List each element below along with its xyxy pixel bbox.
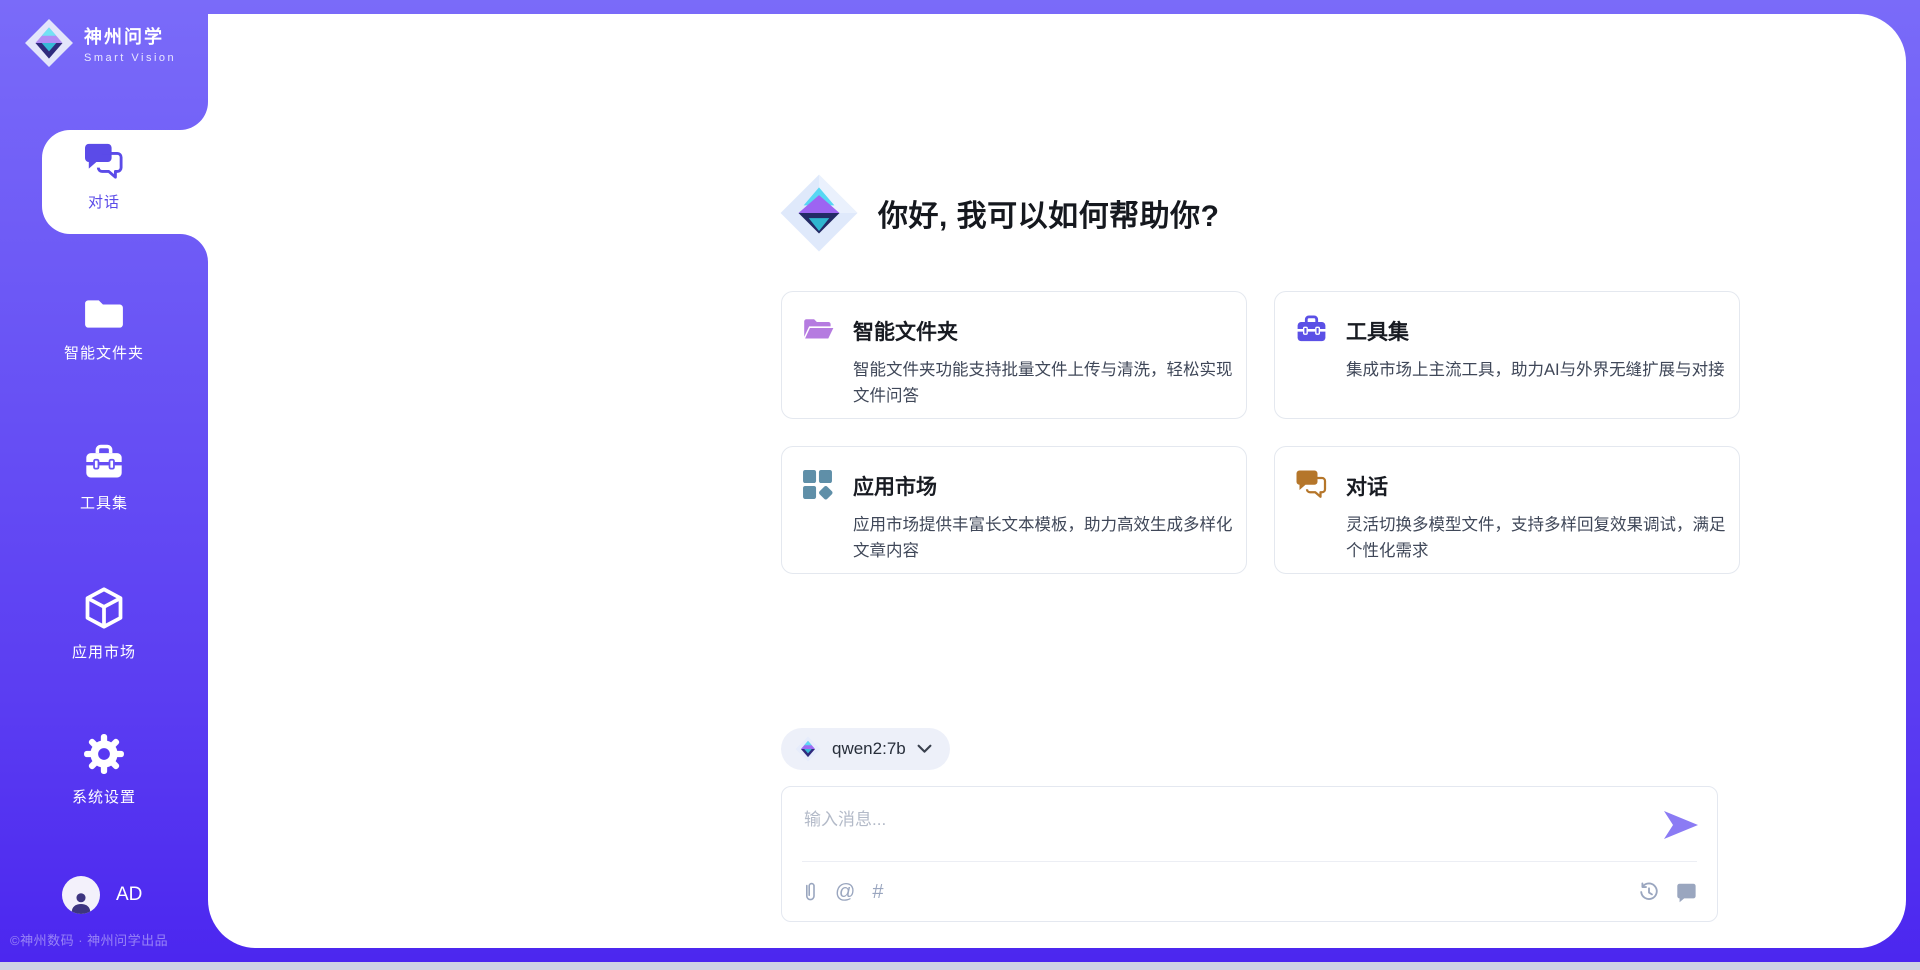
sidebar-item-app-market[interactable]: 应用市场 (0, 586, 208, 662)
grid-icon (802, 469, 835, 502)
sidebar-item-label: 对话 (88, 191, 120, 212)
sidebar-item-toolset[interactable]: 工具集 (0, 443, 208, 513)
hash-icon: # (872, 882, 883, 902)
sidebar-item-label: 工具集 (80, 492, 128, 513)
brand-name: 神州问学 (84, 23, 176, 49)
card-description: 灵活切换多模型文件，支持多样回复效果调试，满足个性化需求 (1346, 512, 1728, 565)
message-composer: @ # (781, 786, 1718, 922)
chat-icon (83, 142, 125, 180)
attach-button[interactable] (802, 880, 818, 904)
card-smart-folder[interactable]: 智能文件夹 智能文件夹功能支持批量文件上传与清洗，轻松实现文件问答 (781, 291, 1247, 419)
person-icon (68, 888, 94, 914)
cube-icon (84, 586, 124, 630)
card-description: 智能文件夹功能支持批量文件上传与清洗，轻松实现文件问答 (853, 357, 1235, 410)
message-icon (1675, 881, 1697, 903)
horizontal-scrollbar[interactable] (0, 962, 1920, 970)
user-profile[interactable]: AD (62, 876, 142, 914)
card-app-market[interactable]: 应用市场 应用市场提供丰富长文本模板，助力高效生成多样化文章内容 (781, 446, 1247, 574)
folder-open-icon (802, 314, 835, 347)
message-input[interactable] (802, 803, 1636, 859)
feature-cards: 智能文件夹 智能文件夹功能支持批量文件上传与清洗，轻松实现文件问答 工具集 (781, 291, 1740, 574)
mention-button[interactable]: @ (835, 882, 855, 902)
history-button[interactable] (1638, 881, 1660, 903)
user-initials: AD (116, 884, 142, 906)
chevron-down-icon (917, 744, 932, 754)
history-icon (1638, 881, 1660, 903)
card-title: 智能文件夹 (853, 316, 1235, 346)
message-button[interactable] (1675, 881, 1697, 903)
greeting-title: 你好, 我可以如何帮助你? (878, 191, 1220, 235)
card-title: 应用市场 (853, 471, 1235, 501)
brand-logo-icon (24, 18, 74, 68)
sidebar: 神州问学 Smart Vision 对话 智能文件夹 (0, 0, 208, 970)
model-selector[interactable]: qwen2:7b (781, 728, 950, 770)
card-description: 集成市场上主流工具，助力AI与外界无缝扩展与对接 (1346, 357, 1728, 383)
composer-toolbar: @ # (802, 871, 1697, 913)
card-description: 应用市场提供丰富长文本模板，助力高效生成多样化文章内容 (853, 512, 1235, 565)
brand[interactable]: 神州问学 Smart Vision (24, 18, 176, 68)
sidebar-item-label: 智能文件夹 (64, 342, 144, 363)
send-icon (1663, 810, 1701, 840)
brand-subtitle: Smart Vision (84, 52, 176, 64)
assistant-logo-icon (778, 172, 860, 254)
greeting: 你好, 我可以如何帮助你? (778, 172, 1220, 254)
briefcase-icon (1295, 314, 1328, 347)
chat-icon (1295, 469, 1328, 502)
hash-button[interactable]: # (872, 882, 883, 902)
gear-icon (83, 733, 125, 775)
attachment-icon (802, 880, 818, 904)
sidebar-item-label: 应用市场 (72, 641, 136, 662)
main-area: 你好, 我可以如何帮助你? 智能文件夹 智能文件夹功能支持批量文件上传与清洗，轻… (208, 14, 1906, 948)
folder-icon (83, 297, 125, 331)
card-title: 对话 (1346, 471, 1728, 501)
sidebar-item-chat[interactable]: 对话 (0, 142, 208, 212)
sidebar-footer: ©神州数码 · 神州问学出品 (10, 930, 206, 949)
card-chat[interactable]: 对话 灵活切换多模型文件，支持多样回复效果调试，满足个性化需求 (1274, 446, 1740, 574)
card-title: 工具集 (1346, 316, 1728, 346)
sidebar-item-smart-folder[interactable]: 智能文件夹 (0, 297, 208, 363)
app-root: 神州问学 Smart Vision 对话 智能文件夹 (0, 0, 1920, 970)
model-name: qwen2:7b (832, 739, 906, 759)
model-logo-icon (795, 736, 821, 762)
sidebar-item-label: 系统设置 (72, 786, 136, 807)
sidebar-item-settings[interactable]: 系统设置 (0, 733, 208, 807)
tab-curve-top (180, 102, 208, 130)
at-icon: @ (835, 882, 855, 902)
avatar (62, 876, 100, 914)
tab-curve-bottom (180, 234, 208, 262)
send-button[interactable] (1663, 809, 1701, 841)
card-toolset[interactable]: 工具集 集成市场上主流工具，助力AI与外界无缝扩展与对接 (1274, 291, 1740, 419)
composer-divider (802, 861, 1697, 862)
toolbox-icon (83, 443, 125, 481)
